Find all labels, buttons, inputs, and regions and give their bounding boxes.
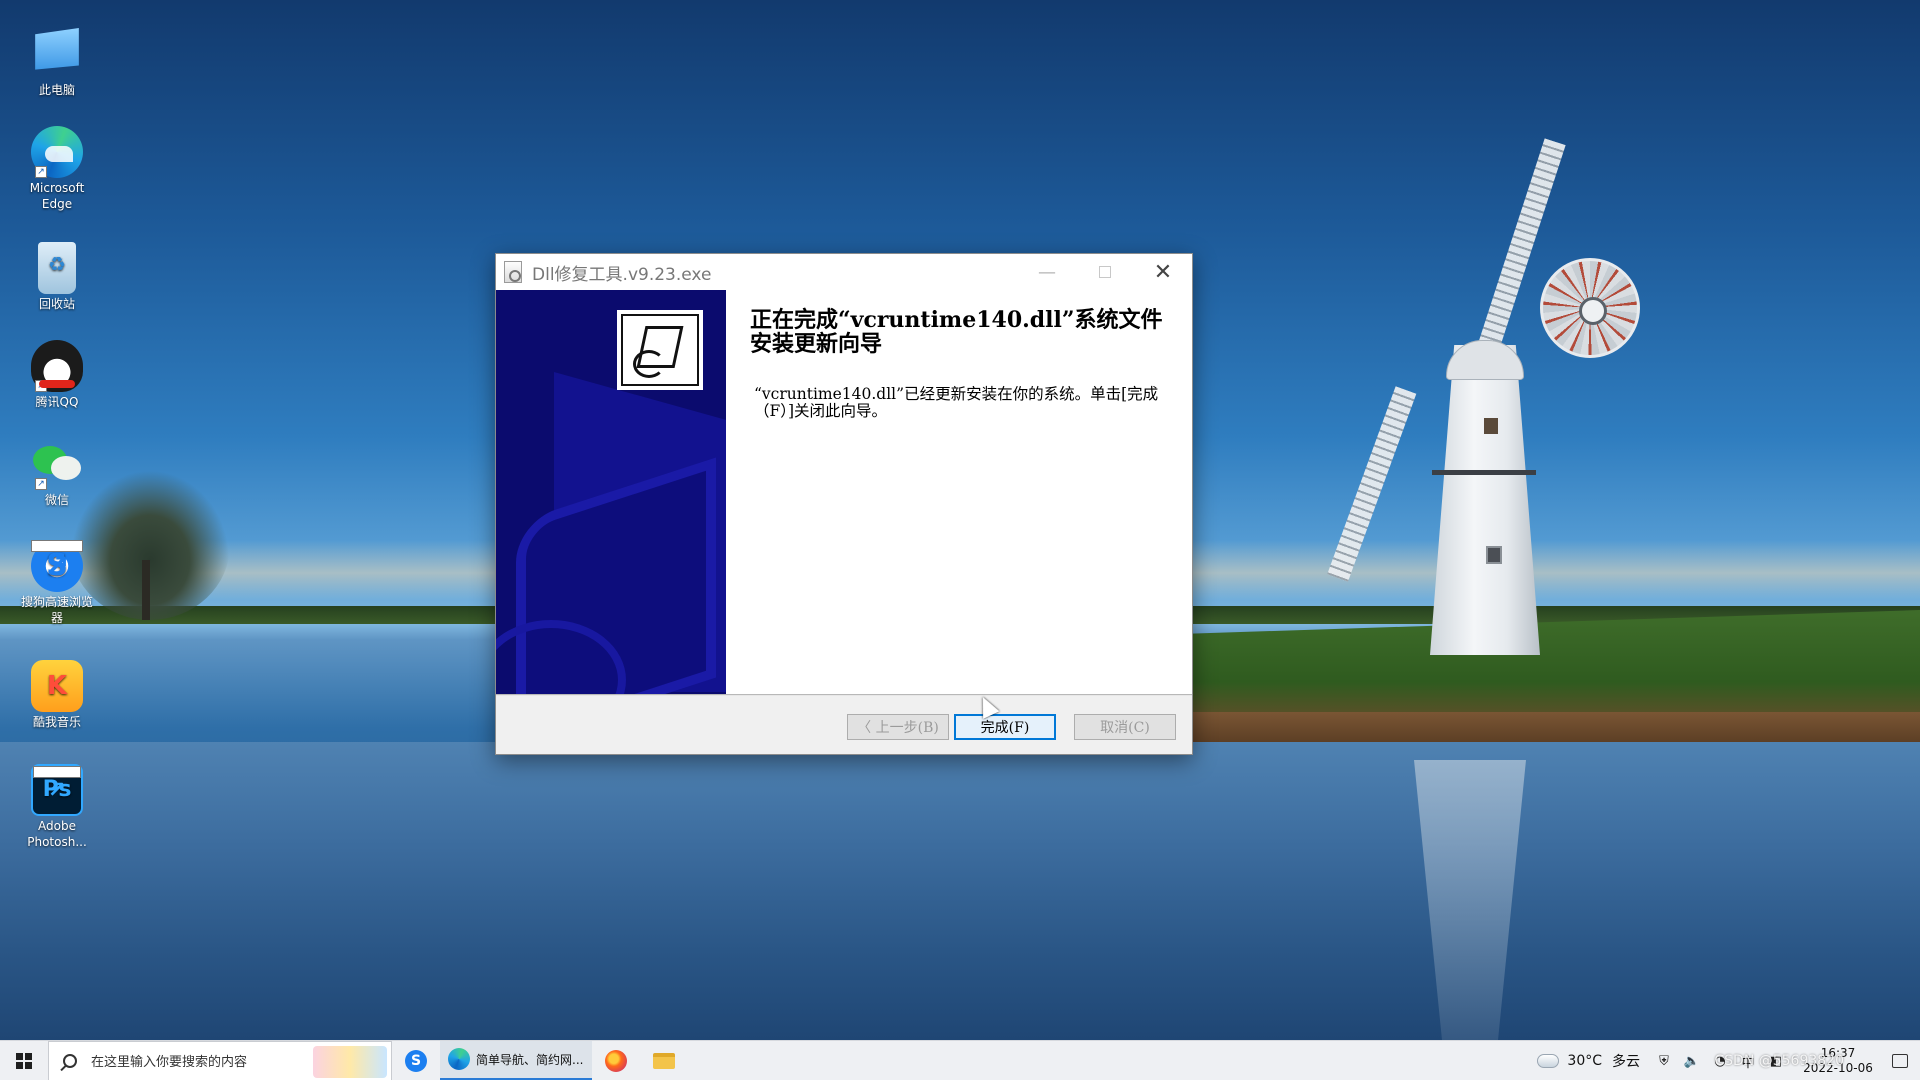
desktop-icon-label: 回收站 xyxy=(38,297,75,311)
installer-dialog: Dll修复工具.v9.23.exe — ✕ 正在完成“vcruntime140.… xyxy=(495,253,1193,755)
desktop-icon-photoshop[interactable]: Ps ↗ Adobe Photosh... xyxy=(18,764,96,850)
windmill-window xyxy=(1484,418,1498,434)
windows-logo-icon xyxy=(16,1052,32,1069)
volume-icon[interactable]: 🔈 xyxy=(1683,1052,1701,1070)
cancel-button[interactable]: 取消(C) xyxy=(1074,714,1176,740)
desktop-icon-label: 此电脑 xyxy=(38,83,75,97)
dialog-title: Dll修复工具.v9.23.exe xyxy=(532,264,712,285)
watermark: CSDN @55693820 xyxy=(1714,1053,1844,1069)
shortcut-arrow-icon: ↗ xyxy=(35,478,47,490)
dialog-titlebar[interactable]: Dll修复工具.v9.23.exe — ✕ xyxy=(496,254,1192,290)
cloudy-weather-icon[interactable] xyxy=(1534,1049,1560,1068)
dialog-body: 正在完成“vcruntime140.dll”系统文件安装更新向导 “vcrunt… xyxy=(496,290,1192,694)
folder-icon xyxy=(653,1052,675,1069)
minimize-button[interactable]: — xyxy=(1018,254,1076,290)
wizard-heading: 正在完成“vcruntime140.dll”系统文件安装更新向导 xyxy=(750,307,1163,357)
taskbar-edge-label: 简单导航、简约网... xyxy=(476,1052,584,1067)
tree-trunk xyxy=(142,560,150,620)
desktop-icon-label: 微信 xyxy=(44,493,69,507)
desktop-icon-label: 搜狗高速浏览器 xyxy=(20,595,93,625)
shortcut-arrow-icon: ↗ xyxy=(31,540,83,584)
taskbar-file-explorer[interactable] xyxy=(640,1041,688,1080)
notification-center-button[interactable] xyxy=(1880,1041,1920,1080)
weather-description[interactable]: 多云 xyxy=(1612,1051,1640,1071)
taskbar-search[interactable]: 在这里输入你要搜索的内容 xyxy=(48,1040,392,1080)
qq-icon: ↗ xyxy=(31,340,83,392)
shortcut-arrow-icon: ↗ xyxy=(35,166,47,178)
kuwo-music-icon: K xyxy=(31,660,83,712)
desktop-icon-wechat[interactable]: ↗ 微信 xyxy=(18,438,96,508)
recycle-bin-icon: ♻ xyxy=(38,242,76,294)
maximize-icon xyxy=(1099,266,1111,278)
weather-temperature[interactable]: 30°C xyxy=(1567,1053,1602,1069)
desktop-icon-qq[interactable]: ↗ 腾讯QQ xyxy=(18,340,96,410)
search-icon xyxy=(63,1053,77,1068)
app-icon xyxy=(504,261,522,283)
desktop-icon-edge[interactable]: ↗ Microsoft Edge xyxy=(18,126,96,212)
edge-icon: ↗ xyxy=(31,126,83,178)
desktop-icon-label: 酷我音乐 xyxy=(32,715,81,729)
taskbar: 在这里输入你要搜索的内容 S 简单导航、简约网... 30°C 多云 ⛨ 🔈 ◔… xyxy=(0,1040,1920,1080)
finish-button[interactable]: 完成(F) xyxy=(954,714,1056,740)
notification-icon xyxy=(1892,1054,1908,1068)
desktop-icon-recycle-bin[interactable]: ♻ 回收站 xyxy=(18,242,96,312)
footer-divider xyxy=(496,694,1192,696)
wizard-side-banner xyxy=(496,290,726,694)
wizard-message: “vcruntime140.dll”已经更新安装在你的系统。单击[完成（F）]关… xyxy=(754,385,1159,420)
maximize-button[interactable] xyxy=(1076,254,1134,290)
search-placeholder: 在这里输入你要搜索的内容 xyxy=(91,1055,248,1070)
sogou-browser-icon: S ↗ xyxy=(31,540,83,592)
back-button[interactable]: 〈 上一步(B) xyxy=(847,714,949,740)
desktop-icon-kuwo-music[interactable]: K 酷我音乐 xyxy=(18,660,96,730)
computer-icon xyxy=(35,28,79,70)
windmill-tower xyxy=(1430,345,1540,655)
lake-water xyxy=(0,742,1920,1040)
system-tray: 30°C 多云 ⛨ 🔈 ◔ 中 ◧ 16:37 2022-10-06 CSDN … xyxy=(1534,1041,1920,1080)
desktop-icon-this-pc[interactable]: 此电脑 xyxy=(18,28,96,98)
windmill-door xyxy=(1486,546,1502,564)
search-highlight-image xyxy=(313,1045,387,1078)
taskbar-edge[interactable]: 简单导航、简约网... xyxy=(440,1040,592,1080)
edge-icon xyxy=(448,1048,470,1070)
desktop-icon-label: Adobe Photosh... xyxy=(27,819,87,849)
close-button[interactable]: ✕ xyxy=(1134,254,1192,290)
desktop-icon-label: Microsoft Edge xyxy=(29,181,85,211)
windmill-band xyxy=(1432,470,1536,475)
taskbar-firefox[interactable] xyxy=(592,1041,640,1080)
photoshop-icon: Ps ↗ xyxy=(31,764,83,816)
windmill-fantail xyxy=(1540,258,1640,358)
firefox-icon xyxy=(605,1049,627,1072)
river-bank xyxy=(1190,712,1920,742)
desktop-icon-sogou-browser[interactable]: S ↗ 搜狗高速浏览器 xyxy=(18,540,96,626)
wizard-content: 正在完成“vcruntime140.dll”系统文件安装更新向导 “vcrunt… xyxy=(750,308,1170,420)
wechat-icon: ↗ xyxy=(31,438,83,490)
security-shield-icon[interactable]: ⛨ xyxy=(1655,1052,1673,1070)
shortcut-arrow-icon: ↗ xyxy=(35,380,47,392)
taskbar-sogou-browser[interactable]: S xyxy=(392,1041,440,1080)
start-button[interactable] xyxy=(0,1041,48,1080)
sogou-browser-icon: S xyxy=(405,1049,427,1072)
shortcut-arrow-icon: ↗ xyxy=(33,766,81,803)
installer-logo-icon xyxy=(617,310,703,390)
desktop-icon-label: 腾讯QQ xyxy=(35,395,79,409)
